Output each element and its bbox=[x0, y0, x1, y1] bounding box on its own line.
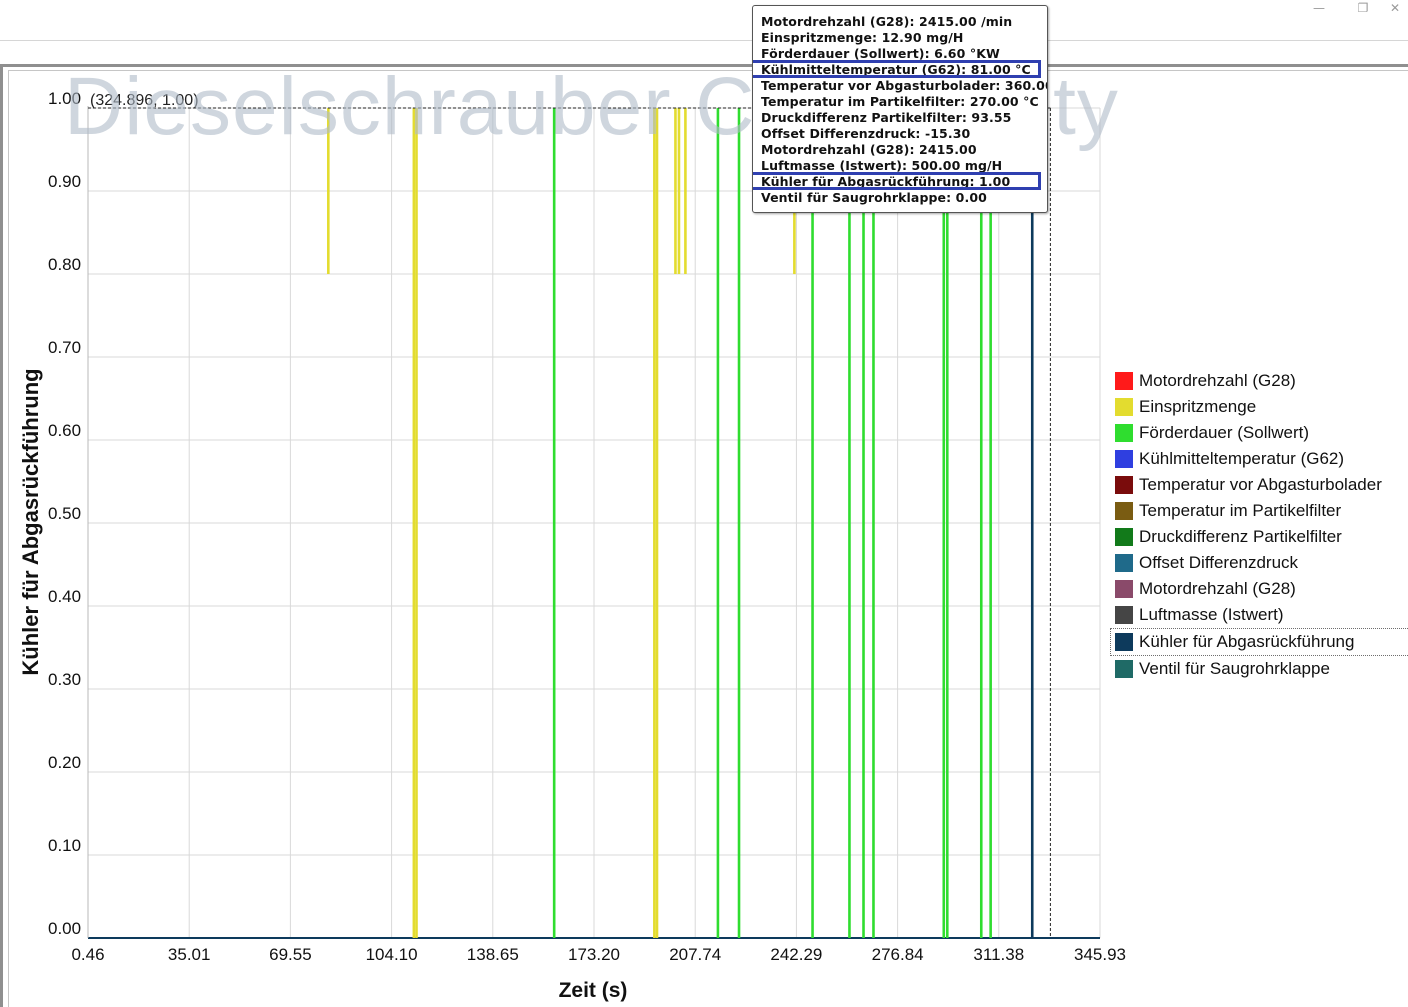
x-tick-label: 138.65 bbox=[467, 945, 519, 964]
legend-label: Offset Differenzdruck bbox=[1139, 553, 1299, 572]
y-tick-label: 0.20 bbox=[48, 753, 81, 772]
legend-label: Temperatur vor Abgasturbolader bbox=[1139, 475, 1382, 494]
legend-swatch bbox=[1115, 398, 1133, 416]
y-tick-label: 0.30 bbox=[48, 670, 81, 689]
legend-swatch bbox=[1115, 606, 1133, 624]
x-tick-labels: 0.46 35.01 69.55 104.10 138.65 173.20 207.74 24… bbox=[71, 945, 1126, 964]
tooltip-highlight-box bbox=[753, 172, 1041, 190]
legend-label: Temperatur im Partikelfilter bbox=[1139, 501, 1342, 520]
x-tick-label: 311.38 bbox=[973, 945, 1024, 964]
y-tick-label: 0.90 bbox=[48, 172, 81, 191]
value-tooltip: Motordrehzahl (G28): 2415.00 /min Einspri… bbox=[752, 5, 1048, 213]
legend-swatch bbox=[1115, 372, 1133, 390]
legend-swatch bbox=[1115, 528, 1133, 546]
legend-swatch bbox=[1115, 424, 1133, 442]
legend-swatch bbox=[1115, 580, 1133, 598]
x-tick-label: 69.55 bbox=[269, 945, 312, 964]
tooltip-line: Motordrehzahl (G28): 2415.00 /min bbox=[761, 14, 1013, 29]
legend-item[interactable]: Einspritzmenge bbox=[1112, 394, 1408, 420]
y-tick-label: 0.00 bbox=[48, 919, 81, 938]
x-tick-label: 207.74 bbox=[669, 945, 721, 964]
tooltip-line: Temperatur vor Abgasturbolader: 360.00 °… bbox=[761, 78, 1048, 93]
legend-label: Kühler für Abgasrückführung bbox=[1139, 632, 1355, 651]
y-tick-label: 0.80 bbox=[48, 255, 81, 274]
x-axis-label: Zeit (s) bbox=[559, 979, 628, 1002]
legend-swatch bbox=[1115, 633, 1133, 651]
legend-label: Kühlmitteltemperatur (G62) bbox=[1139, 449, 1345, 468]
legend-item[interactable]: Motordrehzahl (G28) bbox=[1112, 368, 1408, 394]
legend-label: Einspritzmenge bbox=[1139, 397, 1257, 416]
y-tick-label: 0.50 bbox=[48, 504, 81, 523]
y-axis-label: Kühler für Abgasrückführung bbox=[18, 368, 43, 675]
legend-swatch bbox=[1115, 450, 1133, 468]
y-tick-label: 0.70 bbox=[48, 338, 81, 357]
y-tick-label: 0.60 bbox=[48, 421, 81, 440]
legend-item[interactable]: Motordrehzahl (G28) bbox=[1112, 576, 1408, 602]
legend-item[interactable]: Kühler für Abgasrückführung bbox=[1110, 628, 1408, 656]
tooltip-line: Ventil für Saugrohrklappe: 0.00 bbox=[761, 190, 987, 205]
legend-item[interactable]: Luftmasse (Istwert) bbox=[1112, 602, 1408, 628]
legend-label: Druckdifferenz Partikelfilter bbox=[1139, 527, 1342, 546]
x-tick-label: 242.29 bbox=[770, 945, 822, 964]
x-tick-label: 104.10 bbox=[366, 945, 418, 964]
legend-item[interactable]: Temperatur vor Abgasturbolader bbox=[1112, 472, 1408, 498]
tooltip-line: Temperatur im Partikelfilter: 270.00 °C bbox=[761, 94, 1039, 109]
legend-label: Motordrehzahl (G28) bbox=[1139, 371, 1296, 390]
tooltip-line: Motordrehzahl (G28): 2415.00 bbox=[761, 142, 977, 157]
cursor-readout: (324.896, 1.00) bbox=[90, 92, 199, 109]
legend-item[interactable]: Ventil für Saugrohrklappe bbox=[1112, 656, 1408, 682]
tooltip-line: Druckdifferenz Partikelfilter: 93.55 bbox=[761, 110, 1012, 125]
legend: Motordrehzahl (G28) Einspritzmenge Förderd… bbox=[1110, 368, 1408, 682]
x-tick-label: 276.84 bbox=[872, 945, 924, 964]
legend-swatch bbox=[1115, 554, 1133, 572]
tooltip-highlight-box bbox=[753, 60, 1041, 78]
legend-item[interactable]: Kühlmitteltemperatur (G62) bbox=[1112, 446, 1408, 472]
legend-item[interactable]: Druckdifferenz Partikelfilter bbox=[1112, 524, 1408, 550]
x-tick-label: 0.46 bbox=[71, 945, 104, 964]
tooltip-line: Einspritzmenge: 12.90 mg/H bbox=[761, 30, 964, 45]
legend-swatch bbox=[1115, 660, 1133, 678]
y-tick-label: 1.00 bbox=[48, 89, 81, 108]
y-tick-label: 0.10 bbox=[48, 836, 81, 855]
legend-swatch bbox=[1115, 476, 1133, 494]
legend-label: Förderdauer (Sollwert) bbox=[1139, 423, 1310, 442]
legend-swatch bbox=[1115, 502, 1133, 520]
x-tick-label: 173.20 bbox=[568, 945, 620, 964]
legend-label: Motordrehzahl (G28) bbox=[1139, 579, 1296, 598]
y-tick-label: 0.40 bbox=[48, 587, 81, 606]
tooltip-line: Offset Differenzdruck: -15.30 bbox=[761, 126, 971, 141]
x-tick-label: 35.01 bbox=[168, 945, 211, 964]
legend-label: Luftmasse (Istwert) bbox=[1139, 605, 1284, 624]
legend-item[interactable]: Offset Differenzdruck bbox=[1112, 550, 1408, 576]
x-tick-label: 345.93 bbox=[1074, 945, 1126, 964]
legend-item[interactable]: Förderdauer (Sollwert) bbox=[1112, 420, 1408, 446]
legend-item[interactable]: Temperatur im Partikelfilter bbox=[1112, 498, 1408, 524]
y-tick-labels: 0.00 0.10 0.20 0.30 0.40 0.50 0.60 0.70 0.80 0.90… bbox=[48, 89, 81, 938]
legend-label: Ventil für Saugrohrklappe bbox=[1139, 659, 1330, 678]
